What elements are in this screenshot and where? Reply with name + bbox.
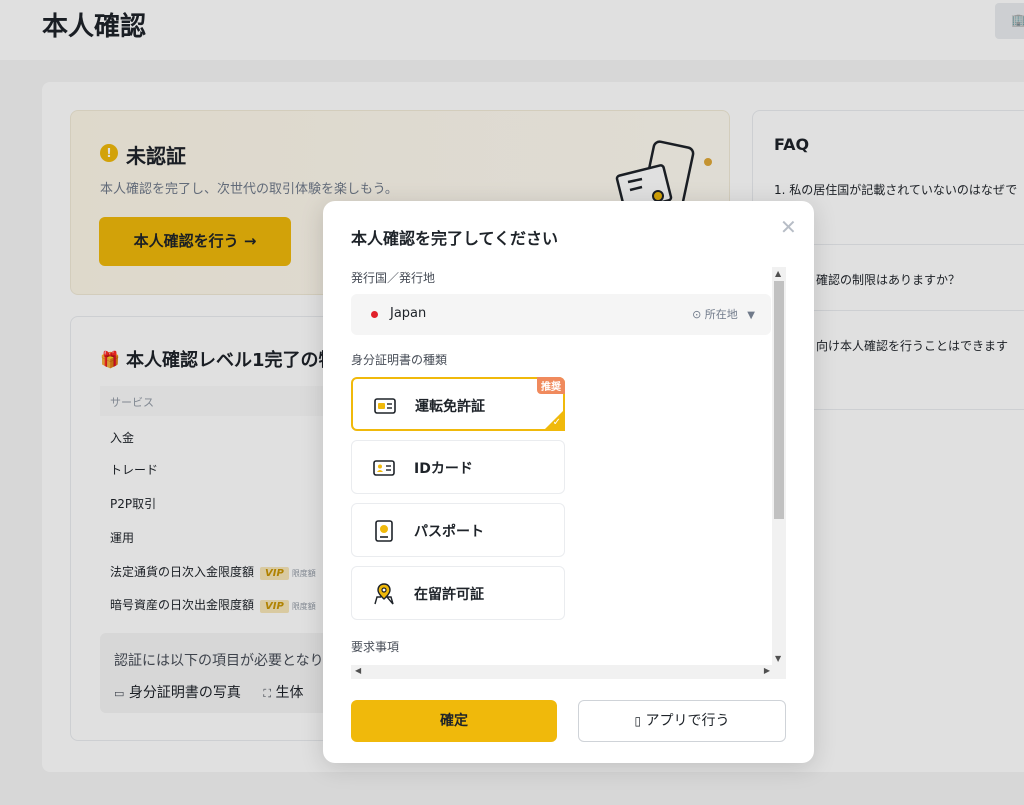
id-card-icon: [373, 460, 395, 476]
japan-flag-icon: [371, 311, 378, 318]
use-app-button[interactable]: ▯ アプリで行う: [578, 700, 786, 742]
issuer-label: 発行国／発行地: [351, 271, 436, 285]
verification-modal: 本人確認を完了してください ✕ 発行国／発行地 Japan ⊙ 所在地 ▼ 身分…: [323, 201, 814, 763]
id-option-label: IDカード: [414, 461, 473, 477]
scroll-left-icon[interactable]: ◀: [355, 666, 361, 675]
location-hint: ⊙ 所在地 ▼: [692, 306, 755, 322]
id-type-label: 身分証明書の種類: [351, 353, 448, 367]
id-option-id-card[interactable]: IDカード: [351, 440, 565, 494]
requirements-label: 要求事項: [351, 640, 400, 654]
id-option-label: パスポート: [414, 524, 484, 540]
id-option-label: 在留許可証: [414, 587, 484, 603]
id-option-label: 運転免許証: [415, 399, 485, 415]
horizontal-scrollbar[interactable]: ◀ ▶: [351, 665, 786, 679]
phone-icon: ▯: [634, 714, 642, 728]
id-option-residence-permit[interactable]: 在留許可証: [351, 566, 565, 620]
country-value: Japan: [390, 306, 427, 321]
chevron-down-icon: ▼: [747, 310, 755, 321]
country-select[interactable]: Japan ⊙ 所在地 ▼: [351, 294, 771, 335]
check-icon: ✓: [552, 417, 561, 428]
scroll-up-icon[interactable]: ▲: [775, 269, 781, 278]
location-hint-text: 所在地: [704, 308, 738, 321]
modal-title: 本人確認を完了してください: [351, 229, 559, 248]
residence-permit-icon: [374, 583, 394, 605]
drivers-license-icon: [374, 398, 396, 414]
vertical-scrollbar[interactable]: ▲ ▼: [772, 267, 786, 665]
id-option-passport[interactable]: パスポート: [351, 503, 565, 557]
location-pin-icon: ⊙: [692, 308, 702, 321]
recommended-badge: 推奨: [537, 377, 565, 394]
modal-body: 発行国／発行地 Japan ⊙ 所在地 ▼ 身分証明書の種類 運転免許証 推奨 …: [351, 263, 791, 665]
id-option-drivers-license[interactable]: 運転免許証 推奨 ✓: [351, 377, 565, 431]
confirm-button[interactable]: 確定: [351, 700, 557, 742]
close-icon[interactable]: ✕: [780, 215, 797, 239]
scroll-right-icon[interactable]: ▶: [764, 666, 770, 675]
use-app-label: アプリで行う: [645, 713, 730, 729]
scroll-thumb[interactable]: [774, 281, 784, 519]
scroll-down-icon[interactable]: ▼: [775, 654, 781, 663]
passport-icon: [375, 520, 393, 542]
